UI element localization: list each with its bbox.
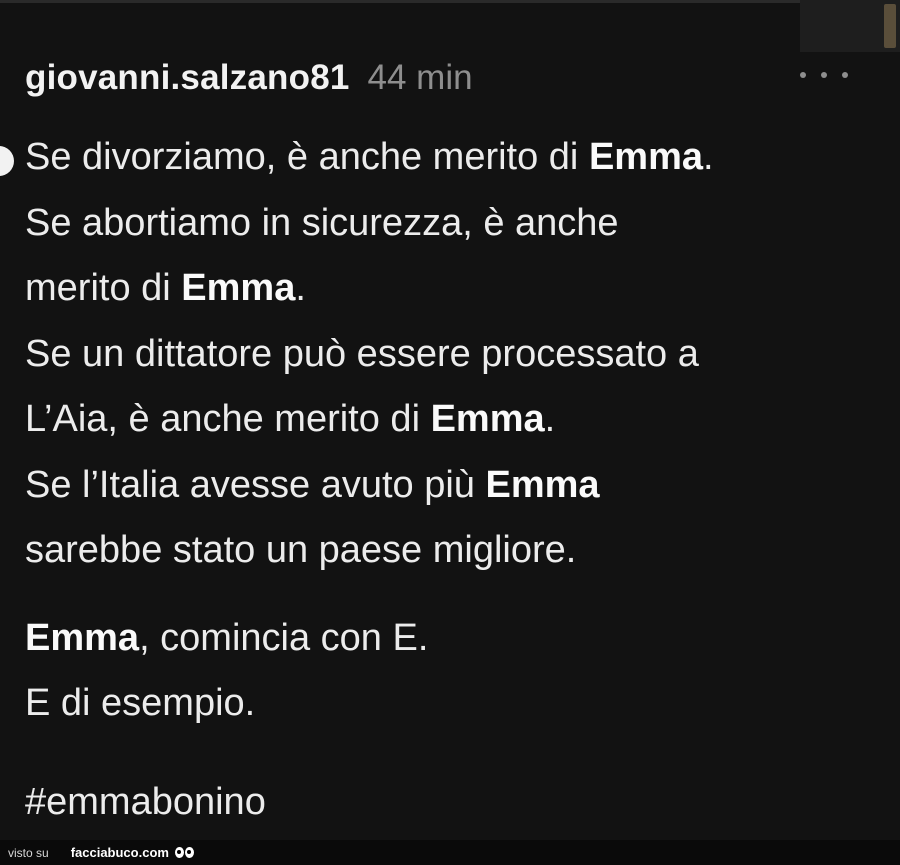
- comment-line: sarebbe stato un paese migliore.: [25, 518, 885, 584]
- comment-line: Se divorziamo, è anche merito di Emma.: [25, 125, 885, 191]
- text-segment: .: [295, 267, 306, 309]
- comment-text: Se divorziamo, è anche merito di Emma. Se…: [25, 125, 885, 737]
- footer-site-name: facciabuco.com: [70, 845, 169, 860]
- text-segment: , comincia con E.: [139, 616, 429, 659]
- eyes-logo-icon: [174, 847, 194, 858]
- text-segment: Se abortiamo in sicurezza, è anche: [25, 201, 619, 244]
- text-segment: merito di: [25, 267, 182, 309]
- comment-line: Se l’Italia avesse avuto più Emma: [25, 453, 885, 519]
- more-options-icon[interactable]: [800, 62, 848, 88]
- text-segment: .: [544, 398, 556, 440]
- corner-thumbnail: [800, 0, 900, 52]
- comment-line: Emma, comincia con E.: [25, 606, 885, 672]
- watermark-footer: visto su facciabuco.com: [0, 840, 900, 865]
- screen: giovanni.salzano81 44 min Se divorziamo,…: [0, 0, 900, 840]
- bold-mention: Emma: [485, 463, 600, 506]
- dot: [842, 72, 848, 78]
- bold-mention: Emma: [25, 616, 140, 659]
- text-segment: Se l’Italia avesse avuto più: [25, 463, 486, 506]
- text-segment: Se divorziamo, è anche merito di: [25, 136, 589, 178]
- avatar[interactable]: [0, 146, 14, 176]
- comment-line: Se un dittatore può essere processato a: [25, 322, 885, 388]
- text-segment: Se un dittatore può essere processato a: [25, 332, 699, 375]
- comment-header: giovanni.salzano81 44 min: [25, 58, 473, 104]
- text-segment: .: [703, 136, 714, 178]
- text-segment: sarebbe stato un paese migliore.: [25, 529, 577, 571]
- text-segment: E di esempio.: [25, 682, 256, 724]
- footer-visto-label: visto su: [8, 845, 49, 860]
- comment-line: L’Aia, è anche merito di Emma.: [25, 387, 885, 453]
- dot: [800, 72, 806, 78]
- comment-line: merito di Emma.: [25, 256, 885, 322]
- hashtag-link[interactable]: #emmabonino: [25, 772, 266, 832]
- username[interactable]: giovanni.salzano81: [25, 58, 350, 98]
- text-segment: L’Aia, è anche merito di: [25, 398, 431, 440]
- comment-line: E di esempio.: [25, 671, 885, 737]
- bold-mention: Emma: [588, 136, 703, 178]
- dot: [821, 72, 827, 78]
- bold-mention: Emma: [430, 398, 545, 440]
- comment-line: Se abortiamo in sicurezza, è anche: [25, 191, 885, 257]
- timestamp: 44 min: [367, 58, 473, 97]
- bold-mention: Emma: [181, 267, 296, 309]
- top-edge: [0, 0, 900, 3]
